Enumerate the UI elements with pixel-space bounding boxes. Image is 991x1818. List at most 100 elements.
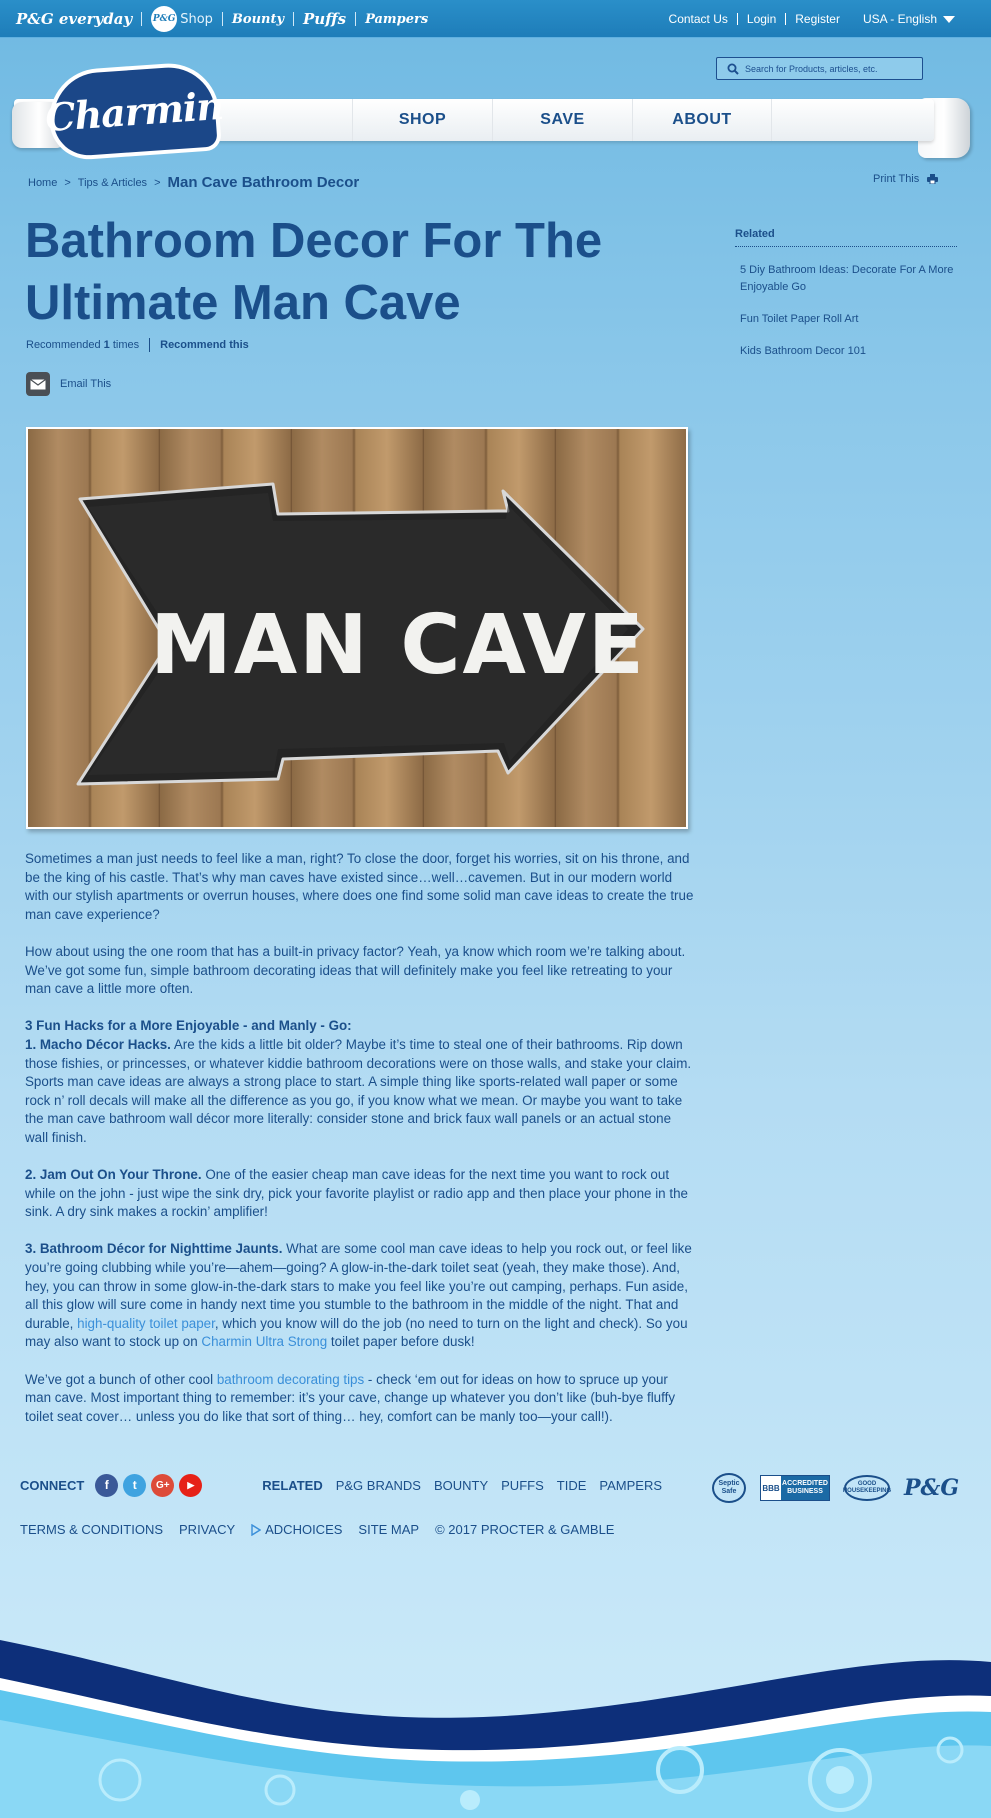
recommended-suffix: times [112, 339, 140, 351]
bbb-badge: BBB ACCREDITED BUSINESS [760, 1475, 830, 1501]
related-link[interactable]: Fun Toilet Paper Roll Art [735, 311, 957, 328]
article-body: Sometimes a man just needs to feel like … [25, 850, 695, 1445]
charmin-ultra-strong-link[interactable]: Charmin Ultra Strong [201, 1334, 327, 1349]
hacks-section: 3 Fun Hacks for a More Enjoyable - and M… [25, 1017, 695, 1147]
pg-everyday-link[interactable]: P&G everyday [16, 10, 132, 28]
bathroom-tips-link[interactable]: bathroom decorating tips [217, 1372, 364, 1387]
chevron-down-icon [943, 15, 955, 23]
twitter-icon[interactable]: t [123, 1473, 147, 1497]
breadcrumb-tips[interactable]: Tips & Articles [78, 177, 147, 189]
septic-safe-badge: Septic Safe [712, 1473, 746, 1503]
hack-paragraph: 2. Jam Out On Your Throne. One of the ea… [25, 1166, 695, 1222]
bounty-link[interactable]: Bounty [232, 12, 284, 27]
copyright: © 2017 PROCTER & GAMBLE [435, 1522, 615, 1537]
footer-link-tide[interactable]: TIDE [557, 1478, 587, 1493]
footer-link-pg-brands[interactable]: P&G BRANDS [336, 1478, 421, 1493]
email-icon [26, 372, 50, 396]
footer-related-label: RELATED [262, 1477, 323, 1493]
nav-about[interactable]: ABOUT [632, 99, 772, 141]
print-button[interactable]: Print This [873, 173, 939, 185]
divider [293, 12, 295, 26]
footer-related-links: RELATED P&G BRANDS BOUNTY PUFFS TIDE PAM… [262, 1478, 662, 1493]
paragraph-text: We’ve got a bunch of other cool [25, 1371, 217, 1387]
hack-title: 3. Bathroom Décor for Nighttime Jaunts. [25, 1241, 283, 1257]
facebook-icon[interactable]: f [95, 1473, 119, 1497]
bbb-logo: BBB [761, 1476, 781, 1500]
divider [141, 12, 143, 26]
hack-title: 2. Jam Out On Your Throne. [25, 1167, 202, 1183]
charmin-logo[interactable]: Charmin [44, 64, 224, 158]
recommend-bar: Recommended 1 times Recommend this [26, 338, 249, 352]
register-link[interactable]: Register [786, 12, 849, 26]
search-input[interactable] [745, 63, 915, 74]
good-housekeeping-badge: GOOD HOUSEKEEPING [843, 1475, 891, 1501]
hack-title: 1. Macho Décor Hacks. [25, 1036, 171, 1052]
article-paragraph: How about using the one room that has a … [25, 943, 686, 997]
search-box [716, 57, 923, 80]
print-label: Print This [873, 173, 920, 185]
pg-shop-logo: P&G [151, 6, 178, 32]
man-cave-sign-graphic: MAN CAVE [76, 482, 646, 786]
nav-shop[interactable]: SHOP [352, 99, 492, 141]
related-sidebar: Related 5 Diy Bathroom Ideas: Decorate F… [735, 228, 957, 360]
breadcrumb-home[interactable]: Home [28, 177, 57, 189]
recommended-prefix: Recommended [26, 339, 101, 351]
youtube-icon[interactable]: ▶ [179, 1473, 203, 1497]
hack-text: toilet paper before dusk! [327, 1334, 475, 1350]
main-nav: SHOP SAVE ABOUT [352, 99, 772, 141]
brand-links: P&G everyday P&G Shop Bounty Puffs Pampe… [16, 0, 428, 38]
login-link[interactable]: Login [738, 12, 785, 26]
charmin-logo-text: Charmin [43, 82, 225, 140]
hack-text: Are the kids a little bit older? Maybe i… [25, 1036, 692, 1145]
privacy-link[interactable]: PRIVACY [179, 1522, 235, 1537]
breadcrumb-separator: > [64, 176, 71, 189]
hacks-heading: 3 Fun Hacks for a More Enjoyable - and M… [25, 1018, 352, 1034]
pampers-link[interactable]: Pampers [365, 12, 428, 27]
footer-legal-row: TERMS & CONDITIONS PRIVACY ADCHOICES SIT… [20, 1522, 614, 1537]
related-link[interactable]: Kids Bathroom Decor 101 [735, 343, 957, 360]
divider [221, 12, 223, 26]
breadcrumb-separator: > [154, 176, 161, 189]
article-paragraph: Sometimes a man just needs to feel like … [25, 851, 694, 922]
footer-link-pampers[interactable]: PAMPERS [599, 1478, 662, 1493]
divider [149, 338, 151, 352]
recommend-this-link[interactable]: Recommend this [160, 339, 249, 351]
divider [355, 12, 357, 26]
footer-link-bounty[interactable]: BOUNTY [434, 1478, 488, 1493]
trust-badges: Septic Safe BBB ACCREDITED BUSINESS GOOD… [712, 1473, 959, 1503]
man-cave-sign-image: MAN CAVE [26, 427, 688, 829]
terms-link[interactable]: TERMS & CONDITIONS [20, 1522, 163, 1537]
pg-logo[interactable]: P&G [904, 1475, 959, 1501]
breadcrumb: Home > Tips & Articles > Man Cave Bathro… [28, 174, 359, 191]
search-icon[interactable] [727, 63, 739, 75]
pg-shop-link[interactable]: P&G Shop [151, 6, 213, 32]
email-this-button[interactable]: Email This [26, 372, 111, 396]
related-heading: Related [735, 228, 957, 247]
related-link[interactable]: 5 Diy Bathroom Ideas: Decorate For A Mor… [735, 262, 957, 296]
google-plus-icon[interactable]: G+ [151, 1473, 175, 1497]
brand-bar: P&G everyday P&G Shop Bounty Puffs Pampe… [0, 0, 991, 38]
printer-icon [927, 174, 939, 184]
article-paragraph: We’ve got a bunch of other cool bathroom… [25, 1371, 695, 1427]
nav-save[interactable]: SAVE [492, 99, 632, 141]
site-map-link[interactable]: SITE MAP [358, 1522, 419, 1537]
adchoices-link[interactable]: ADCHOICES [251, 1522, 342, 1537]
hack-paragraph: 3. Bathroom Décor for Nighttime Jaunts. … [25, 1240, 695, 1352]
connect-label: CONNECT [20, 1477, 85, 1493]
account-links: Contact Us Login Register USA - English [660, 0, 955, 38]
sign-text: MAN CAVE [150, 598, 646, 693]
adchoices-icon [251, 1523, 262, 1536]
wave-decoration [0, 1640, 991, 1818]
puffs-link[interactable]: Puffs [303, 10, 346, 28]
email-this-label: Email This [60, 378, 112, 390]
page-title: Bathroom Decor For The Ultimate Man Cave [25, 214, 603, 330]
toilet-paper-link[interactable]: high-quality toilet paper [77, 1316, 215, 1331]
language-selector[interactable]: USA - English [849, 12, 955, 26]
bbb-accredited-label: ACCREDITED BUSINESS [781, 1476, 829, 1500]
contact-us-link[interactable]: Contact Us [660, 12, 737, 26]
adchoices-label: ADCHOICES [265, 1522, 343, 1537]
pg-shop-label: Shop [180, 11, 213, 27]
footer-link-puffs[interactable]: PUFFS [501, 1478, 544, 1493]
language-label: USA - English [862, 12, 937, 26]
recommended-count: 1 [103, 339, 110, 351]
